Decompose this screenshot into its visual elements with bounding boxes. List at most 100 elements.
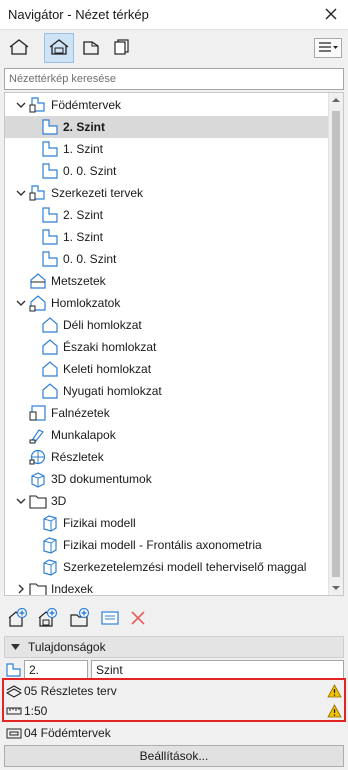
save-view-icon	[7, 607, 29, 631]
tree-item-label: 3D dokumentumok	[51, 472, 152, 486]
tree-item[interactable]: 1. Szint	[5, 226, 328, 248]
tree-item-label: 1. Szint	[63, 142, 104, 156]
section-icon	[29, 272, 47, 290]
tree-item[interactable]: Szerkezetelemzési modell teherviselő mag…	[5, 556, 328, 578]
view-id-row: 2. Szint	[0, 660, 348, 680]
project-map-icon	[8, 38, 30, 59]
tree-item-label: 2. Szint	[63, 208, 104, 222]
tree-item-label: Homlokzatok	[51, 296, 121, 310]
warning-icon	[327, 704, 342, 721]
tree-item[interactable]: Homlokzatok	[5, 292, 328, 314]
tree-item-label: Északi homlokzat	[63, 340, 157, 354]
scroll-down-icon[interactable]	[332, 585, 340, 591]
tree-vertical-scrollbar[interactable]	[328, 93, 343, 595]
publisher-sets-button[interactable]	[106, 33, 136, 63]
layout-book-icon	[80, 38, 102, 59]
tree-item[interactable]: 2. Szint	[5, 116, 328, 138]
view-map-button[interactable]	[44, 33, 74, 63]
tree-item[interactable]: 1. Szint	[5, 138, 328, 160]
view-map-actions	[0, 604, 348, 632]
properties-title: Tulajdonságok	[28, 640, 106, 654]
title-bar: Navigátor - Nézet térkép	[0, 0, 348, 30]
tree-item-label: Munkalapok	[51, 428, 116, 442]
floor-plan-icon	[41, 118, 59, 136]
elevation-item-icon	[41, 382, 59, 400]
save-view-button[interactable]	[6, 607, 30, 631]
3d-document-icon	[29, 470, 47, 488]
options-menu-button[interactable]	[314, 38, 342, 58]
layer-combination-label: 04 Födémtervek	[24, 726, 111, 740]
tree-item-label: Fizikai modell - Frontális axonometria	[63, 538, 262, 552]
tree-item[interactable]: 2. Szint	[5, 204, 328, 226]
tree-item[interactable]: Északi homlokzat	[5, 336, 328, 358]
folder-plan-icon	[29, 96, 47, 114]
delete-button[interactable]	[126, 608, 150, 630]
tree-item-label: 3D	[51, 494, 67, 508]
tree-item[interactable]: 3D dokumentumok	[5, 468, 328, 490]
view-map-search-input[interactable]	[4, 68, 344, 90]
tree-item[interactable]: Keleti homlokzat	[5, 358, 328, 380]
close-icon[interactable]	[322, 5, 340, 23]
settings-button[interactable]: Beállítások...	[4, 745, 344, 767]
collapse-triangle-icon[interactable]	[11, 640, 20, 654]
view-map-icon	[48, 38, 70, 59]
tree-item-label: Metszetek	[51, 274, 106, 288]
tree-item[interactable]: Részletek	[5, 446, 328, 468]
tree-item[interactable]: Déli homlokzat	[5, 314, 328, 336]
view-name-field[interactable]: Szint	[91, 660, 344, 680]
scale-label: 1:50	[24, 704, 48, 718]
publisher-sets-icon	[110, 38, 132, 59]
chevron-down-icon[interactable]	[15, 187, 27, 199]
tree-item-label: 1. Szint	[63, 230, 104, 244]
clone-view-button[interactable]	[36, 607, 60, 631]
project-map-button[interactable]	[4, 33, 34, 63]
tree-item[interactable]: Szerkezeti tervek	[5, 182, 328, 204]
tree-item[interactable]: Indexek	[5, 578, 328, 596]
scroll-up-icon[interactable]	[332, 97, 340, 103]
tree-item[interactable]: Falnézetek	[5, 402, 328, 424]
3d-view-icon	[41, 514, 59, 532]
properties-panel-header[interactable]: Tulajdonságok	[4, 636, 344, 658]
elevation-item-icon	[41, 360, 59, 378]
chevron-right-icon[interactable]	[15, 583, 27, 595]
scrollbar-thumb[interactable]	[332, 111, 340, 577]
tree-item-label: Indexek	[51, 582, 94, 596]
view-settings-button[interactable]	[98, 608, 122, 630]
scale-row[interactable]: 1:50	[4, 701, 344, 721]
tree-item-label: 0. 0. Szint	[63, 252, 117, 266]
clone-view-icon	[37, 607, 59, 631]
menu-icon	[317, 41, 339, 56]
tree-item[interactable]: Nyugati homlokzat	[5, 380, 328, 402]
3d-view-icon	[41, 558, 59, 576]
tree-item-label: 2. Szint	[63, 120, 106, 134]
floor-plan-icon	[41, 162, 59, 180]
view-id-field[interactable]: 2.	[24, 660, 88, 680]
layers-icon	[5, 683, 23, 702]
tree-item[interactable]: 3D	[5, 490, 328, 512]
tree-item[interactable]: Fizikai modell	[5, 512, 328, 534]
floor-plan-icon	[41, 140, 59, 158]
tree-item[interactable]: Munkalapok	[5, 424, 328, 446]
tree-item-label: Szerkezeti tervek	[51, 186, 144, 200]
tree-item[interactable]: Födémtervek	[5, 94, 328, 116]
tree-item[interactable]: 0. 0. Szint	[5, 248, 328, 270]
layer-combination-row[interactable]: 04 Födémtervek	[4, 724, 344, 742]
floor-plan-icon	[41, 206, 59, 224]
chevron-down-icon[interactable]	[15, 99, 27, 111]
view-map-tree[interactable]: Födémtervek 2. Szint 1. Szint 0. 0. Szint Sz…	[4, 92, 344, 596]
delete-icon	[129, 609, 147, 630]
elevation-item-icon	[41, 316, 59, 334]
tree-item[interactable]: Metszetek	[5, 270, 328, 292]
chevron-down-icon[interactable]	[15, 297, 27, 309]
folder-icon	[29, 580, 47, 595]
tree-item-label: Nyugati homlokzat	[63, 384, 162, 398]
chevron-down-icon[interactable]	[15, 495, 27, 507]
new-folder-button[interactable]	[68, 607, 92, 630]
tree-item[interactable]: 0. 0. Szint	[5, 160, 328, 182]
model-view-option-label: 05 Részletes terv	[24, 684, 117, 698]
tree-item-label: Keleti homlokzat	[63, 362, 152, 376]
folder-icon	[29, 492, 47, 510]
layout-book-button[interactable]	[76, 33, 106, 63]
tree-item[interactable]: Fizikai modell - Frontális axonometria	[5, 534, 328, 556]
model-view-option-row[interactable]: 05 Részletes terv	[4, 681, 344, 701]
